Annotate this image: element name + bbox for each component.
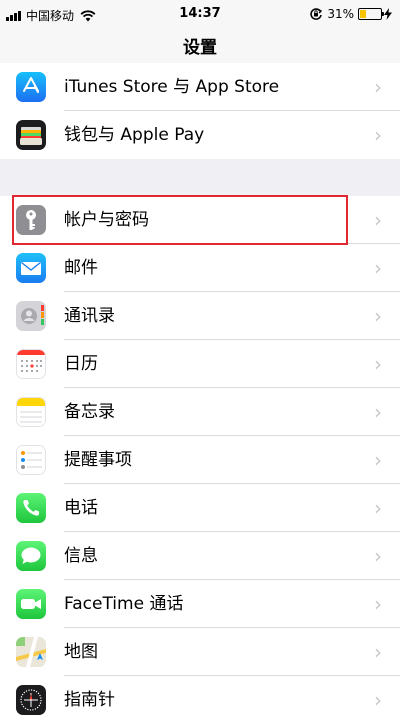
chevron-right-icon: › [374, 208, 382, 232]
status-bar: 中国移动 14:37 31% [0, 0, 400, 30]
settings-item-messages[interactable]: 信息 › [0, 532, 400, 580]
chevron-right-icon: › [374, 256, 382, 280]
chevron-right-icon: › [374, 123, 382, 147]
settings-group-apps: 帐户与密码 › 邮件 › 通讯录 › 日历 › 备忘录 › 提醒事项 › 电话 … [0, 196, 400, 724]
mail-icon [16, 253, 46, 283]
settings-item-label: 邮件 [64, 258, 98, 278]
notes-icon [16, 397, 46, 427]
messages-icon [16, 541, 46, 571]
chevron-right-icon: › [374, 688, 382, 712]
chevron-right-icon: › [374, 544, 382, 568]
maps-icon [16, 637, 46, 667]
battery-icon [358, 8, 384, 20]
settings-item-label: 地图 [64, 642, 98, 662]
settings-item-label: 通讯录 [64, 306, 115, 326]
chevron-right-icon: › [374, 400, 382, 424]
settings-item-label: 日历 [64, 354, 98, 374]
settings-item-label: iTunes Store 与 App Store [64, 77, 280, 97]
facetime-icon [16, 589, 46, 619]
settings-item-wallet-apple-pay[interactable]: 钱包与 Apple Pay › [0, 111, 400, 159]
settings-item-facetime[interactable]: FaceTime 通话 › [0, 580, 400, 628]
page-title: 设置 [183, 38, 217, 58]
calendar-icon [16, 349, 46, 379]
settings-item-mail[interactable]: 邮件 › [0, 244, 400, 292]
settings-item-label: 电话 [64, 498, 98, 518]
reminders-icon [16, 445, 46, 475]
charging-icon [384, 8, 392, 20]
settings-item-reminders[interactable]: 提醒事项 › [0, 436, 400, 484]
settings-item-phone[interactable]: 电话 › [0, 484, 400, 532]
settings-item-label: 指南针 [64, 690, 115, 710]
chevron-right-icon: › [374, 448, 382, 472]
chevron-right-icon: › [374, 75, 382, 99]
wallet-icon [16, 120, 46, 150]
settings-group-store: iTunes Store 与 App Store › 钱包与 Apple Pay… [0, 63, 400, 159]
nav-bar: 设置 [0, 30, 400, 67]
settings-item-contacts[interactable]: 通讯录 › [0, 292, 400, 340]
chevron-right-icon: › [374, 496, 382, 520]
settings-item-notes[interactable]: 备忘录 › [0, 388, 400, 436]
highlight-annotation-box [12, 195, 348, 245]
chevron-right-icon: › [374, 352, 382, 376]
settings-item-compass[interactable]: 指南针 › [0, 676, 400, 724]
settings-item-label: FaceTime 通话 [64, 594, 184, 614]
settings-item-maps[interactable]: 地图 › [0, 628, 400, 676]
chevron-right-icon: › [374, 592, 382, 616]
settings-item-calendar[interactable]: 日历 › [0, 340, 400, 388]
contacts-icon [16, 301, 46, 331]
chevron-right-icon: › [374, 640, 382, 664]
chevron-right-icon: › [374, 304, 382, 328]
settings-item-label: 信息 [64, 546, 98, 566]
settings-item-label: 提醒事项 [64, 450, 132, 470]
battery-percent: 31% [327, 7, 354, 21]
app-store-icon [16, 72, 46, 102]
status-right: 31% [309, 7, 392, 21]
settings-item-label: 钱包与 Apple Pay [64, 125, 205, 145]
orientation-lock-icon [310, 8, 323, 20]
compass-icon [16, 685, 46, 715]
settings-item-label: 备忘录 [64, 402, 115, 422]
battery-fill [360, 10, 367, 18]
settings-item-itunes-app-store[interactable]: iTunes Store 与 App Store › [0, 63, 400, 111]
phone-icon [16, 493, 46, 523]
